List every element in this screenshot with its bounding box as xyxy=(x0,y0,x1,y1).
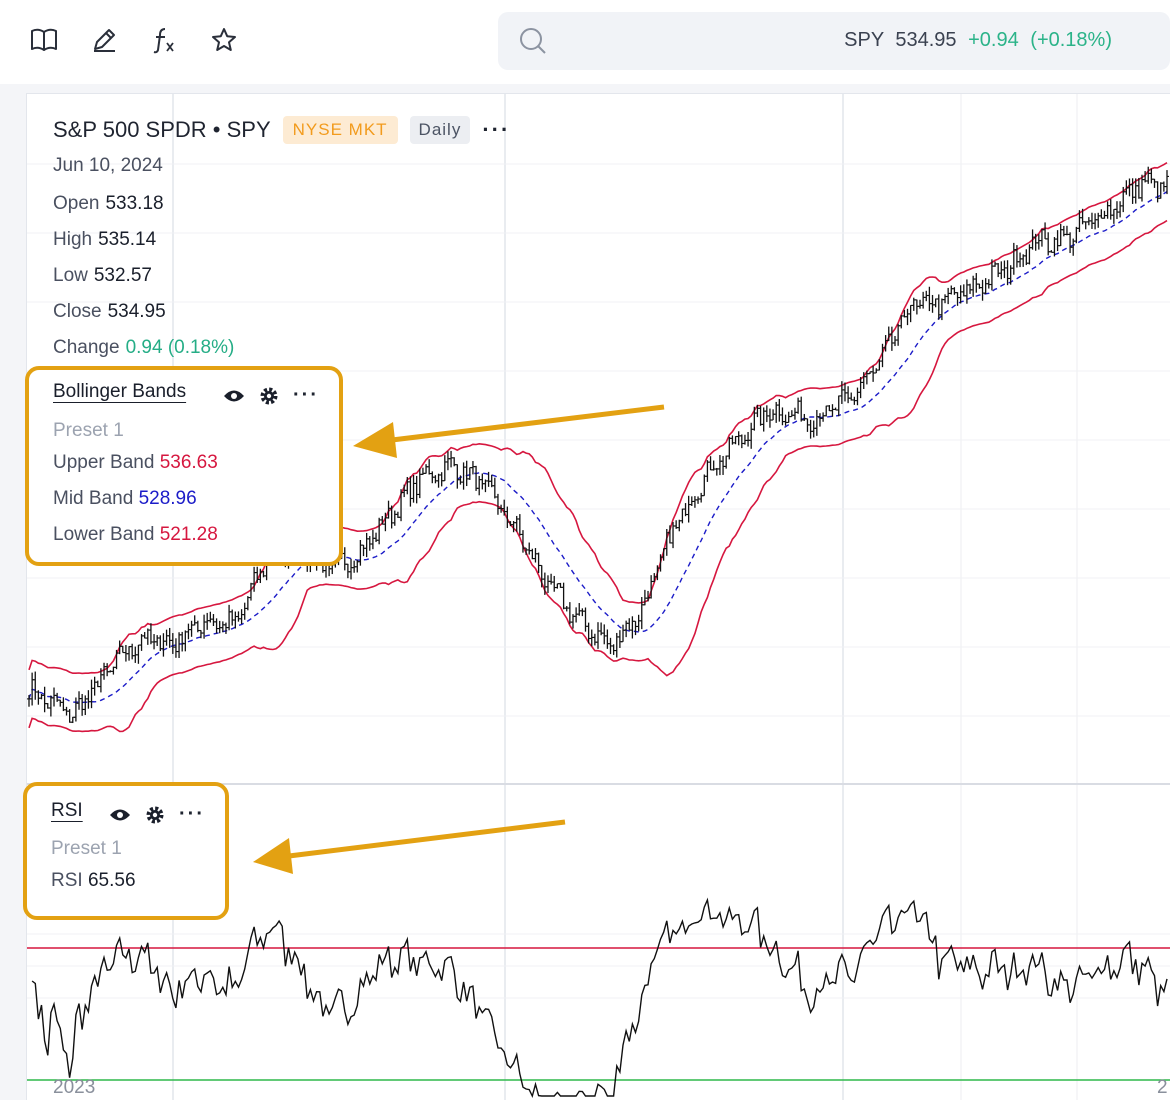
arrow-icon xyxy=(253,819,566,874)
book-icon[interactable] xyxy=(26,22,62,58)
function-icon[interactable] xyxy=(146,22,182,58)
chart-area[interactable]: S&P 500 SPDR • SPY NYSE MKT Daily ··· Ju… xyxy=(23,93,1170,1100)
x-axis-year-right: 2 xyxy=(1157,1077,1168,1098)
arrow-icon xyxy=(353,404,665,458)
quote-change-pct: (+0.18%) xyxy=(1030,29,1112,51)
search-icon xyxy=(518,26,548,61)
toolbar: SPY 534.95 +0.94 (+0.18%) xyxy=(0,0,1170,84)
star-icon[interactable] xyxy=(206,22,242,58)
quote-symbol: SPY xyxy=(844,29,884,51)
x-axis-year-left: 2023 xyxy=(53,1077,96,1098)
search-box[interactable]: SPY 534.95 +0.94 (+0.18%) xyxy=(498,12,1170,70)
quote-change: +0.94 xyxy=(968,29,1019,51)
pencil-icon[interactable] xyxy=(86,22,122,58)
quote-price: 534.95 xyxy=(895,29,957,51)
quote-summary: SPY 534.95 +0.94 (+0.18%) xyxy=(844,29,1112,52)
annotation-arrows xyxy=(253,404,665,874)
